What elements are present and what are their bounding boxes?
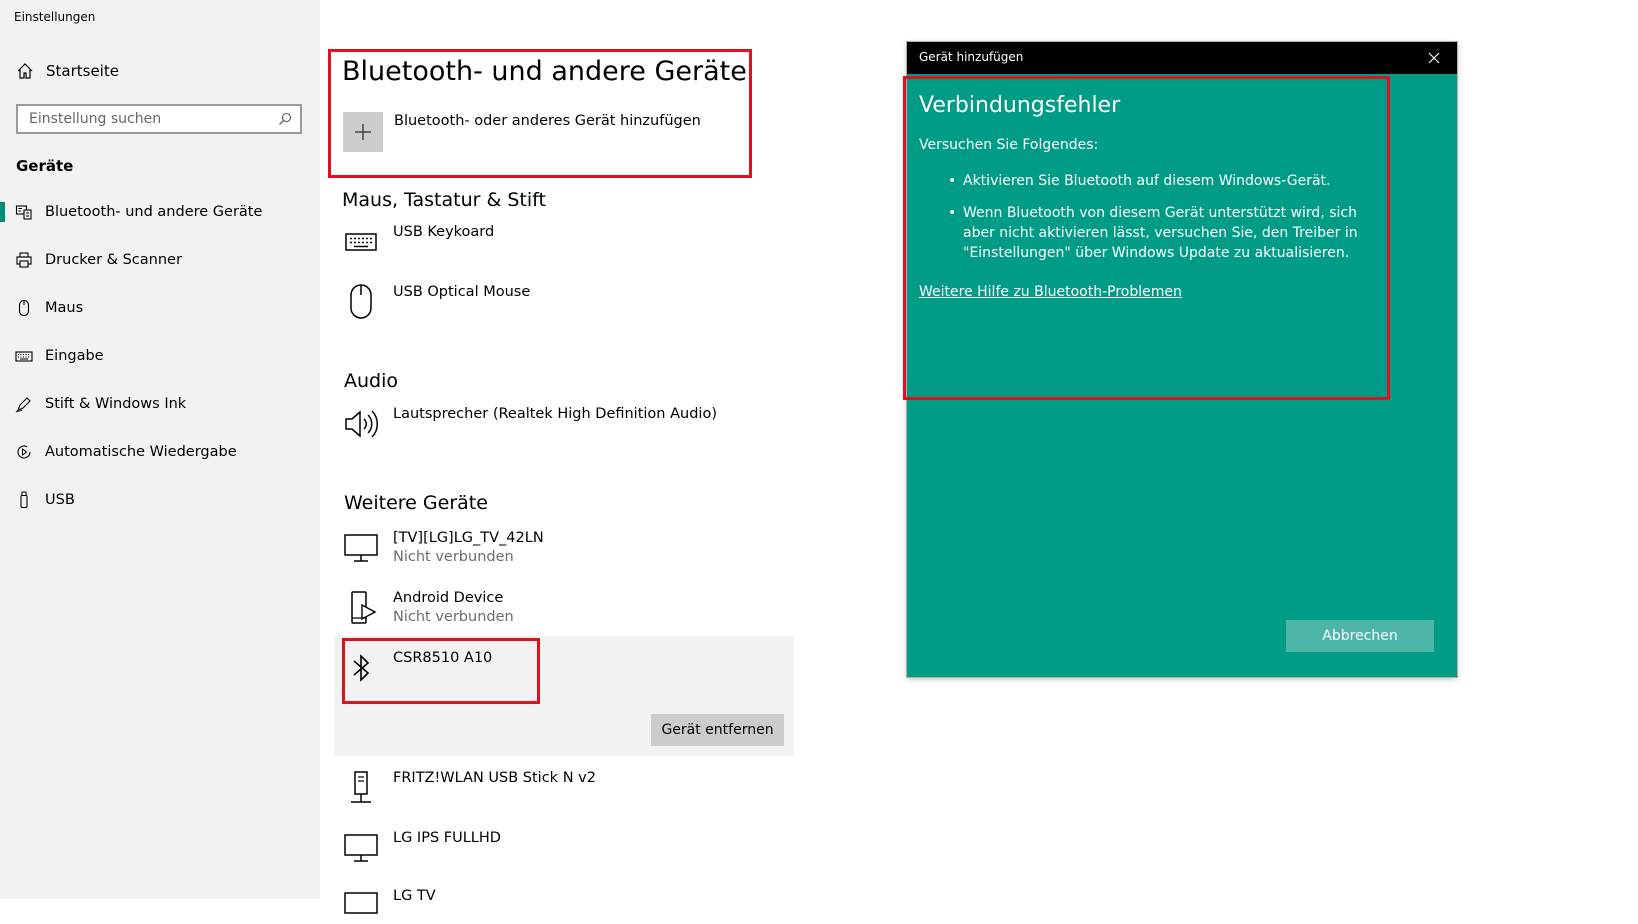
phone-icon	[351, 591, 377, 624]
sidebar-item-label: Bluetooth- und andere Geräte	[45, 204, 263, 220]
device-item[interactable]: USB Optical Mouse	[343, 284, 530, 320]
group-heading-input: Maus, Tastatur & Stift	[342, 189, 546, 211]
device-item[interactable]: FRITZ!WLAN USB Stick N v2	[343, 770, 596, 806]
sidebar-item-mouse[interactable]: Maus	[0, 284, 320, 332]
sidebar-nav: Bluetooth- und andere Geräte Drucker & S…	[0, 188, 320, 524]
search-input[interactable]	[27, 110, 271, 128]
device-status: Nicht verbunden	[393, 549, 514, 565]
sidebar-item-autoplay[interactable]: Automatische Wiedergabe	[0, 428, 320, 476]
close-button[interactable]	[1411, 42, 1457, 74]
device-name: LG TV	[393, 888, 436, 904]
remove-device-button[interactable]: Gerät entfernen	[651, 714, 784, 746]
sidebar: Einstellungen Startseite Geräte Bluetoot…	[0, 0, 320, 899]
pen-icon	[15, 397, 31, 413]
group-heading-audio: Audio	[344, 370, 399, 392]
keyboard-icon	[345, 233, 377, 251]
search-icon[interactable]	[278, 112, 292, 126]
search-box[interactable]	[16, 104, 302, 134]
sidebar-item-bluetooth[interactable]: Bluetooth- und andere Geräte	[0, 188, 320, 236]
device-item[interactable]: USB Keykoard	[343, 224, 494, 260]
sidebar-item-label: USB	[45, 492, 75, 508]
printer-icon	[16, 252, 32, 268]
monitor-icon	[344, 834, 378, 862]
mouse-icon	[18, 299, 30, 317]
dialog-title: Gerät hinzufügen	[919, 50, 1024, 64]
device-name: FRITZ!WLAN USB Stick N v2	[393, 770, 596, 786]
section-heading: Geräte	[16, 157, 74, 175]
sidebar-item-label: Drucker & Scanner	[45, 252, 182, 268]
usb-icon	[20, 491, 28, 509]
device-name: [TV][LG]LG_TV_42LN	[393, 530, 544, 546]
device-name: LG IPS FULLHD	[393, 830, 501, 846]
keyboard-icon	[15, 351, 33, 362]
usb-stick-icon	[351, 771, 371, 803]
monitor-icon	[344, 892, 378, 914]
device-name: Lautsprecher (Realtek High Definition Au…	[393, 406, 717, 422]
sidebar-item-label: Stift & Windows Ink	[45, 396, 187, 412]
sidebar-item-usb[interactable]: USB	[0, 476, 320, 524]
cancel-button[interactable]: Abbrechen	[1286, 620, 1434, 652]
device-item[interactable]: Lautsprecher (Realtek High Definition Au…	[343, 406, 717, 442]
device-name: USB Keykoard	[393, 224, 495, 240]
sidebar-item-printers[interactable]: Drucker & Scanner	[0, 236, 320, 284]
highlight-box-error	[903, 76, 1390, 400]
close-icon	[1428, 52, 1440, 64]
monitor-icon	[344, 534, 378, 562]
highlight-box-add-device	[328, 49, 752, 178]
app-title: Einstellungen	[14, 10, 96, 24]
speaker-icon	[345, 410, 378, 438]
device-item[interactable]: LG TV	[343, 888, 436, 924]
group-heading-other: Weitere Geräte	[344, 492, 488, 514]
sidebar-item-pen[interactable]: Stift & Windows Ink	[0, 380, 320, 428]
device-status: Nicht verbunden	[393, 609, 514, 625]
autoplay-icon	[17, 445, 31, 459]
device-name: Android Device	[393, 590, 504, 606]
sidebar-item-input[interactable]: Eingabe	[0, 332, 320, 380]
home-icon	[17, 63, 33, 79]
mouse-icon	[350, 284, 372, 319]
sidebar-item-label: Maus	[45, 300, 84, 316]
sidebar-item-label: Automatische Wiedergabe	[45, 444, 237, 460]
dialog-titlebar: Gerät hinzufügen	[907, 42, 1457, 74]
home-label: Startseite	[46, 62, 119, 80]
device-name: USB Optical Mouse	[393, 284, 531, 300]
home-link[interactable]: Startseite	[16, 62, 119, 80]
device-item[interactable]: LG IPS FULLHD	[343, 830, 501, 866]
device-item[interactable]: [TV][LG]LG_TV_42LN Nicht verbunden	[343, 530, 544, 566]
bluetooth-devices-icon	[15, 205, 32, 220]
sidebar-item-label: Eingabe	[45, 348, 104, 364]
highlight-box-device	[342, 638, 540, 704]
device-item[interactable]: Android Device Nicht verbunden	[343, 590, 514, 626]
